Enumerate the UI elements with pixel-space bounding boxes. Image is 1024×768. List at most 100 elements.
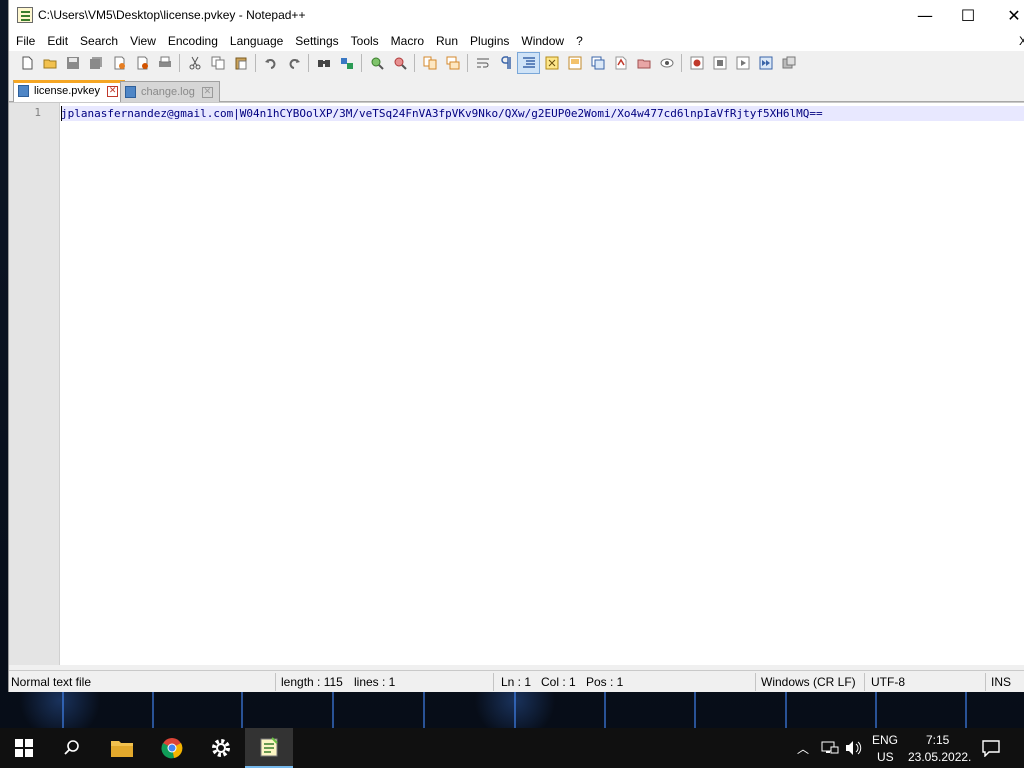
search-icon xyxy=(64,740,79,755)
record-macro-icon[interactable] xyxy=(685,52,708,74)
status-divider xyxy=(755,673,756,691)
menu-macro[interactable]: Macro xyxy=(384,31,429,51)
wallpaper-line xyxy=(332,692,334,728)
show-hidden-icons-chevron-icon[interactable]: ︿ xyxy=(797,740,809,757)
menu-run[interactable]: Run xyxy=(429,31,463,51)
wallpaper-line xyxy=(241,692,243,728)
menu-settings[interactable]: Settings xyxy=(288,31,343,51)
status-file-type: Normal text file xyxy=(11,675,92,689)
settings-button[interactable] xyxy=(197,728,245,768)
toolbar-separator xyxy=(179,54,180,72)
tab-bar: license.pvkey ✕ change.log ✕ xyxy=(9,78,1024,102)
run-macro-multiple-icon[interactable] xyxy=(754,52,777,74)
input-language[interactable]: ENG xyxy=(872,733,898,747)
wallpaper-line xyxy=(785,692,787,728)
wallpaper-line xyxy=(875,692,877,728)
status-lines: lines : 1 xyxy=(354,675,396,689)
word-wrap-icon[interactable] xyxy=(471,52,494,74)
menu-encoding[interactable]: Encoding xyxy=(161,31,223,51)
replace-icon[interactable] xyxy=(335,52,358,74)
save-icon[interactable] xyxy=(61,52,84,74)
start-button[interactable] xyxy=(0,728,48,768)
title-bar[interactable]: C:\Users\VM5\Desktop\license.pvkey - Not… xyxy=(9,0,1024,31)
clock-date[interactable]: 23.05.2022. xyxy=(908,750,971,764)
minimize-button[interactable]: — xyxy=(902,0,948,31)
open-file-icon[interactable] xyxy=(38,52,61,74)
undo-icon[interactable] xyxy=(259,52,282,74)
status-length: length : 115 xyxy=(281,675,343,689)
project-panel-icon[interactable] xyxy=(632,52,655,74)
tab-change-log[interactable]: change.log ✕ xyxy=(120,81,220,102)
show-all-characters-icon[interactable] xyxy=(494,52,517,74)
close-document-button[interactable]: X xyxy=(1019,31,1024,51)
status-divider xyxy=(985,673,986,691)
close-icon[interactable] xyxy=(107,52,130,74)
menu-window[interactable]: Window xyxy=(514,31,569,51)
menu-help[interactable]: ? xyxy=(569,31,588,51)
input-region[interactable]: US xyxy=(877,750,894,764)
menu-edit[interactable]: Edit xyxy=(40,31,73,51)
folder-workspace-icon[interactable] xyxy=(609,52,632,74)
close-all-icon[interactable] xyxy=(130,52,153,74)
notepad-plus-plus-taskbar-button[interactable] xyxy=(245,728,293,768)
close-icon[interactable]: ✕ xyxy=(201,86,213,98)
search-button[interactable] xyxy=(48,728,96,768)
paste-icon[interactable] xyxy=(229,52,252,74)
wallpaper-line xyxy=(514,692,516,728)
chrome-button[interactable] xyxy=(148,728,196,768)
zoom-out-icon[interactable] xyxy=(388,52,411,74)
wallpaper-line xyxy=(965,692,967,728)
save-all-icon[interactable] xyxy=(84,52,107,74)
tab-license-pvkey[interactable]: license.pvkey ✕ xyxy=(13,80,126,102)
clock-time[interactable]: 7:15 xyxy=(926,733,949,747)
sync-vertical-icon[interactable] xyxy=(418,52,441,74)
notifications-icon[interactable] xyxy=(982,739,1000,760)
toolbar-separator xyxy=(255,54,256,72)
network-icon[interactable] xyxy=(821,740,839,759)
maximize-button[interactable]: ☐ xyxy=(945,0,991,31)
close-icon[interactable]: ✕ xyxy=(107,85,119,97)
folder-icon xyxy=(111,741,133,757)
document-icon xyxy=(18,85,29,97)
status-encoding[interactable]: UTF-8 xyxy=(871,675,905,689)
cut-icon[interactable] xyxy=(183,52,206,74)
menu-search[interactable]: Search xyxy=(73,31,123,51)
new-file-icon[interactable] xyxy=(15,52,38,74)
status-divider xyxy=(493,673,494,691)
tab-label: change.log xyxy=(141,86,195,98)
zoom-in-icon[interactable] xyxy=(365,52,388,74)
volume-icon[interactable] xyxy=(845,740,863,759)
user-language-icon[interactable] xyxy=(540,52,563,74)
function-list-icon[interactable] xyxy=(586,52,609,74)
wallpaper-line xyxy=(423,692,425,728)
wallpaper-line xyxy=(152,692,154,728)
save-macro-icon[interactable] xyxy=(777,52,800,74)
text-editor[interactable]: 1 jplanasfernandez@gmail.com|W04n1hCYBOo… xyxy=(9,102,1024,665)
notepad-plus-plus-icon xyxy=(260,737,278,757)
print-icon[interactable] xyxy=(153,52,176,74)
menu-view[interactable]: View xyxy=(123,31,161,51)
copy-icon[interactable] xyxy=(206,52,229,74)
document-map-icon[interactable] xyxy=(563,52,586,74)
find-icon[interactable] xyxy=(312,52,335,74)
redo-icon[interactable] xyxy=(282,52,305,74)
menu-tools[interactable]: Tools xyxy=(344,31,384,51)
play-macro-icon[interactable] xyxy=(731,52,754,74)
status-divider xyxy=(864,673,865,691)
toolbar-separator xyxy=(308,54,309,72)
menu-file[interactable]: File xyxy=(9,31,40,51)
menu-language[interactable]: Language xyxy=(223,31,288,51)
file-explorer-button[interactable] xyxy=(98,728,146,768)
notepad-plus-plus-icon xyxy=(17,7,33,23)
menu-plugins[interactable]: Plugins xyxy=(463,31,514,51)
indent-guide-icon[interactable] xyxy=(517,52,540,74)
toolbar-separator xyxy=(467,54,468,72)
text-line[interactable]: jplanasfernandez@gmail.com|W04n1hCYBOolX… xyxy=(61,106,1024,121)
monitoring-icon[interactable] xyxy=(655,52,678,74)
status-eol-format[interactable]: Windows (CR LF) xyxy=(761,675,856,689)
sync-horizontal-icon[interactable] xyxy=(441,52,464,74)
status-insert-mode[interactable]: INS xyxy=(991,675,1011,689)
close-button[interactable]: ✕ xyxy=(991,0,1024,31)
status-position: Pos : 1 xyxy=(586,675,624,689)
stop-macro-icon[interactable] xyxy=(708,52,731,74)
